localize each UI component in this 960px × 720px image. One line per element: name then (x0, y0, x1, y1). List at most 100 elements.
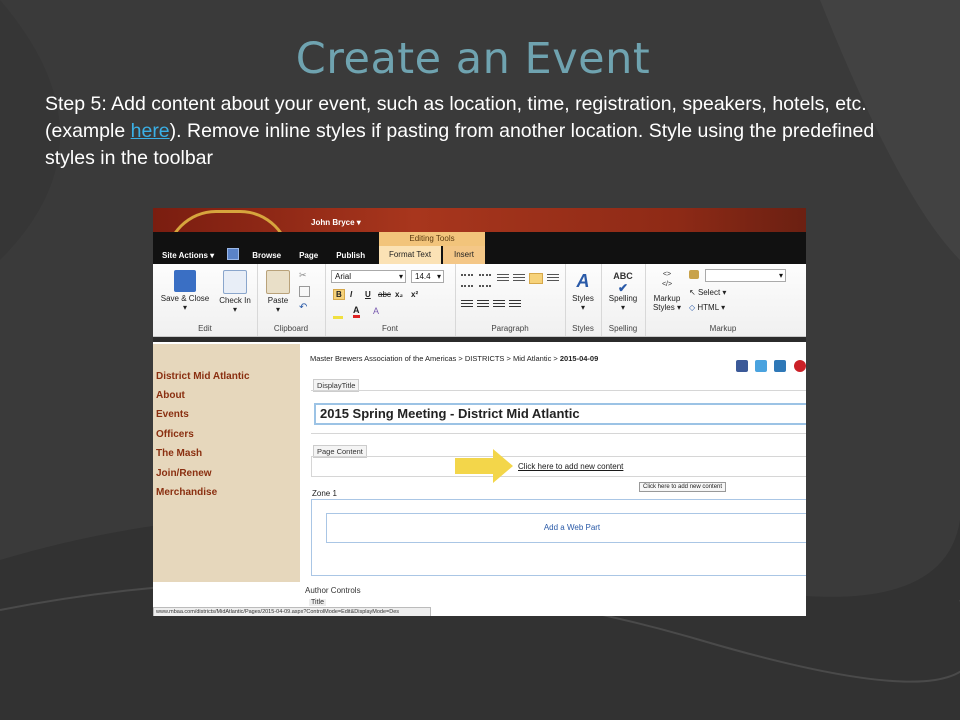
bold-button[interactable]: B (333, 289, 345, 300)
group-markup-label: Markup (709, 324, 737, 333)
tab-insert[interactable]: Insert (443, 246, 485, 264)
ribbon-group-markup: <> </> Markup Styles ▾ ▾ ↖ Select ▾ ◇ HTML… (645, 264, 801, 336)
superscript-button[interactable]: x² (411, 290, 418, 299)
display-title-input[interactable]: 2015 Spring Meeting - District Mid Atlan… (314, 403, 806, 425)
ltr-icon[interactable] (529, 273, 543, 284)
group-spelling-label: Spelling (608, 324, 638, 333)
justify-icon[interactable] (509, 300, 521, 309)
user-name: John Bryce (311, 218, 355, 227)
font-size-value: 14.4 (415, 272, 431, 281)
increase-indent-icon[interactable] (513, 274, 525, 283)
divider (311, 390, 806, 391)
bullets-icon[interactable] (461, 274, 473, 287)
left-navigation: District Mid Atlantic About Events Offic… (153, 344, 300, 582)
align-left-icon[interactable] (461, 300, 473, 309)
ribbon-group-edit: Save & Close ▾ Check In ▾ Edit (153, 264, 258, 336)
ribbon-format-text: Save & Close ▾ Check In ▾ Edit Paste ▾ ✂ ↶ … (153, 264, 806, 337)
group-styles-label: Styles (572, 324, 594, 333)
language-icon[interactable] (689, 270, 699, 279)
example-link[interactable]: here (131, 120, 170, 142)
font-name-value: Arial (335, 272, 352, 281)
breadcrumb-current: 2015-04-09 (559, 354, 599, 363)
strikethrough-button[interactable]: abc (378, 290, 391, 299)
nav-item-about[interactable]: About (156, 390, 185, 401)
paste-label: Paste (267, 296, 289, 305)
nav-item-officers[interactable]: Officers (156, 429, 194, 440)
markup-styles-button[interactable]: <> </> Markup Styles ▾ (647, 270, 687, 312)
italic-button[interactable]: I (350, 290, 352, 299)
styles-label: Styles (572, 294, 594, 303)
markup-label: Markup (653, 294, 681, 303)
save-close-label: Save & Close (160, 294, 210, 303)
tab-format-text[interactable]: Format Text (379, 246, 441, 264)
nav-item-district[interactable]: District Mid Atlantic (156, 371, 250, 382)
undo-icon[interactable]: ↶ (299, 302, 307, 313)
title-field-label: Title (309, 599, 326, 606)
paste-icon (266, 270, 290, 294)
select-button[interactable]: ↖ Select ▾ (689, 288, 726, 297)
check-in-button[interactable]: Check In ▾ (215, 270, 255, 314)
styles-icon: A (576, 271, 590, 291)
markup-styles-icon: <> </> (661, 271, 673, 288)
align-right-icon[interactable] (493, 300, 505, 309)
spelling-button[interactable]: ABC ✔ Spelling ▾ (605, 270, 641, 312)
font-name-select[interactable]: Arial ▾ (331, 270, 406, 283)
markup-styles-label: Markup Styles ▾ (652, 294, 682, 312)
cursor-icon: ↖ (689, 288, 696, 297)
add-content-tooltip: Click here to add new content (639, 482, 727, 492)
group-paragraph-label: Paragraph (491, 324, 529, 333)
pinterest-icon[interactable] (794, 360, 806, 372)
subscript-button[interactable]: x₂ (395, 290, 403, 299)
spelling-icon: ABC ✔ (613, 271, 633, 295)
select-label: Select (697, 288, 721, 297)
nav-item-the-mash[interactable]: The Mash (156, 448, 202, 459)
underline-button[interactable]: U (365, 290, 371, 299)
tab-browse[interactable]: Browse (243, 251, 290, 260)
tab-site-actions[interactable]: Site Actions ▾ (153, 251, 223, 260)
clear-format-icon[interactable]: A (373, 306, 379, 316)
user-menu[interactable]: John Bryce ▾ (311, 218, 361, 227)
check-in-icon (223, 270, 247, 294)
facebook-icon[interactable] (736, 360, 748, 372)
tab-page[interactable]: Page (290, 251, 327, 260)
breadcrumb-path: Master Brewers Association of the Americ… (310, 354, 560, 363)
sharepoint-screenshot: John Bryce ▾ Editing Tools Site Actions … (153, 208, 806, 616)
nav-item-events[interactable]: Events (156, 409, 189, 420)
numbering-icon[interactable] (479, 274, 491, 287)
ribbon-tabs: Site Actions ▾ Browse Page Publish (153, 246, 374, 264)
add-web-part-button[interactable]: Add a Web Part (326, 513, 806, 543)
html-label: HTML (697, 303, 719, 312)
rtl-icon[interactable] (547, 274, 559, 283)
check-in-label: Check In (219, 296, 251, 305)
nav-item-merchandise[interactable]: Merchandise (156, 487, 217, 498)
font-size-select[interactable]: 14.4 ▾ (411, 270, 444, 283)
save-close-button[interactable]: Save & Close ▾ (157, 270, 213, 312)
styles-button[interactable]: A Styles ▾ (567, 270, 599, 312)
spelling-icon-text: ABC (613, 271, 633, 281)
copy-icon[interactable] (299, 286, 310, 297)
cut-icon[interactable]: ✂ (299, 270, 307, 281)
ribbon-group-paragraph: Paragraph (455, 264, 566, 336)
web-part-zone: Add a Web Part (311, 499, 806, 576)
ribbon-group-spelling: ABC ✔ Spelling ▾ Spelling (601, 264, 646, 336)
editing-tools-label: Editing Tools (379, 232, 485, 246)
markup-dropdown[interactable]: ▾ (705, 269, 786, 282)
decrease-indent-icon[interactable] (497, 274, 509, 283)
linkedin-icon[interactable] (774, 360, 786, 372)
html-button[interactable]: ◇ HTML ▾ (689, 303, 725, 312)
highlight-color-icon[interactable] (333, 308, 343, 319)
navigate-up-icon (227, 248, 240, 260)
display-title-value: 2015 Spring Meeting - District Mid Atlan… (320, 406, 580, 421)
ribbon-group-styles: A Styles ▾ Styles (565, 264, 602, 336)
font-color-icon[interactable]: A (353, 306, 360, 318)
twitter-icon[interactable] (755, 360, 767, 372)
chevron-down-icon: ▾ (398, 272, 403, 281)
add-content-link[interactable]: Click here to add new content (518, 462, 623, 471)
zone-label: Zone 1 (312, 489, 337, 498)
breadcrumb[interactable]: Master Brewers Association of the Americ… (310, 354, 598, 363)
tab-icon[interactable] (223, 248, 243, 262)
align-center-icon[interactable] (477, 300, 489, 309)
tab-publish[interactable]: Publish (327, 251, 374, 260)
paste-button[interactable]: Paste ▾ (263, 270, 293, 314)
nav-item-join-renew[interactable]: Join/Renew (156, 468, 212, 479)
